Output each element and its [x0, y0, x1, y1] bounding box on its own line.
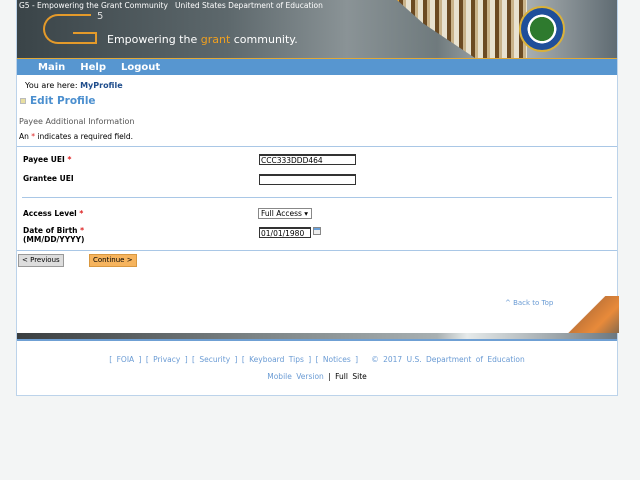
access-level-select[interactable]: Full Access ▾ — [258, 208, 312, 219]
continue-button[interactable]: Continue > — [89, 254, 137, 267]
tagline: Empowering the grant community. — [107, 33, 298, 46]
main-nav: Main Help Logout — [17, 58, 617, 75]
full-site: Full Site — [335, 372, 367, 381]
department-seal-icon — [519, 6, 565, 52]
calendar-icon[interactable] — [313, 227, 321, 235]
library-image — [397, 0, 527, 58]
dob-input[interactable] — [259, 227, 311, 238]
g5-logo-alt[interactable]: G5 - Empowering the Grant Community — [19, 1, 168, 10]
section-heading: Payee Additional Information — [19, 117, 135, 126]
chairs-image — [563, 296, 619, 333]
divider — [17, 146, 617, 147]
required-note: An * indicates a required field. — [19, 132, 134, 141]
nav-main[interactable]: Main — [38, 62, 65, 73]
previous-button[interactable]: < Previous — [18, 254, 64, 267]
breadcrumb: You are here: MyProfile — [25, 81, 123, 90]
ed-logo-alt[interactable]: United States Department of Education — [175, 1, 323, 10]
back-to-top-link[interactable]: ^ Back to Top — [505, 299, 553, 307]
page-title: Edit Profile — [20, 95, 96, 107]
payee-uei-input[interactable] — [259, 154, 356, 165]
grantee-uei-label: Grantee UEI — [23, 174, 74, 183]
grantee-uei-input[interactable] — [259, 174, 356, 185]
divider — [22, 197, 612, 198]
site-version: Mobile Version | Full Site — [267, 372, 367, 381]
footer-links: [ FOIA ] [ Privacy ] [ Security ] [ Keyb… — [109, 355, 525, 364]
dob-label: Date of Birth * (MM/DD/YYYY) — [23, 226, 85, 244]
header-banner: G5 - Empowering the Grant Community Unit… — [17, 0, 617, 58]
breadcrumb-current[interactable]: MyProfile — [80, 81, 123, 90]
mobile-version-link[interactable]: Mobile Version — [267, 372, 324, 381]
nav-logout[interactable]: Logout — [121, 62, 160, 73]
footer-band — [17, 333, 617, 341]
page-icon — [20, 98, 26, 104]
access-level-label: Access Level * — [23, 209, 84, 218]
divider — [17, 250, 617, 251]
page-container: G5 - Empowering the Grant Community Unit… — [16, 0, 619, 396]
payee-uei-label: Payee UEI * — [23, 155, 72, 164]
nav-help[interactable]: Help — [80, 62, 106, 73]
